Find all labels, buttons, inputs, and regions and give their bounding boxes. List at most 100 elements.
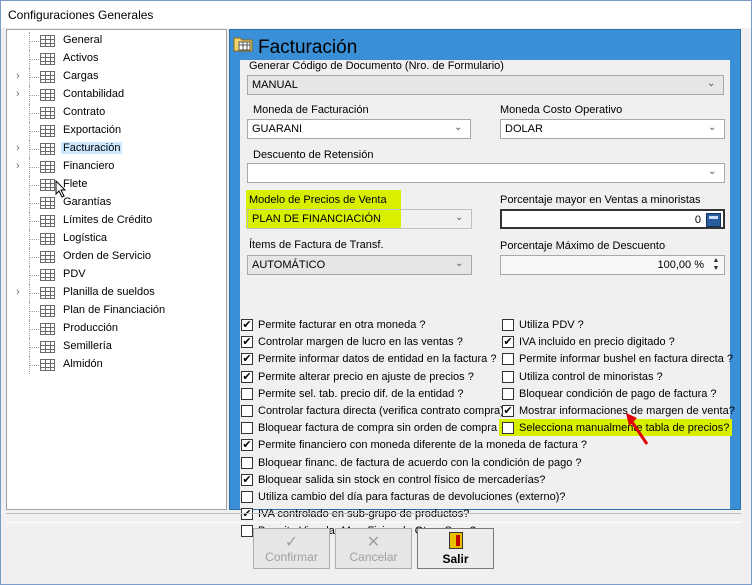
tree-branch <box>29 293 39 294</box>
modelo-precios-select[interactable]: PLAN DE FINANCIACIÓN ⌄ <box>247 209 472 229</box>
items-factura-select[interactable]: AUTOMÁTICO ⌄ <box>247 255 472 275</box>
tree-item[interactable]: Orden de Servicio <box>7 248 227 266</box>
moneda-facturacion-select[interactable]: GUARANI ⌄ <box>247 119 471 139</box>
spinner-icon[interactable]: ▲ ▼ <box>709 257 723 273</box>
settings-window: Configuraciones Generales General Activos… <box>0 0 752 585</box>
checkbox-option[interactable]: Utiliza PDV ? <box>502 318 730 333</box>
tree-item[interactable]: › Facturación <box>7 140 227 158</box>
checkbox-option[interactable]: Bloquear financ. de factura de acuerdo c… <box>241 456 582 471</box>
checkbox-option[interactable]: Utiliza cambio del día para facturas de … <box>241 490 566 505</box>
calculator-icon[interactable] <box>706 213 721 227</box>
checkbox-label: Permite informar bushel en factura direc… <box>519 353 733 366</box>
tree-item[interactable]: General <box>7 32 227 50</box>
chevron-right-icon[interactable]: › <box>16 286 28 300</box>
checkbox-option[interactable]: ✔ Permite informar datos de entidad en la… <box>241 352 496 367</box>
grid-icon <box>40 359 55 371</box>
tree-item-label: Facturación <box>61 142 123 154</box>
checkbox-option[interactable]: Utiliza control de minoristas ? <box>502 370 730 385</box>
tree-item[interactable]: Exportación <box>7 122 227 140</box>
tree-item[interactable]: › Planilla de sueldos <box>7 284 227 302</box>
checkbox-label: Bloquear factura de compra sin orden de … <box>258 422 507 435</box>
checkbox-option[interactable]: Permite sel. tab. precio dif. de la enti… <box>241 387 496 402</box>
checkbox[interactable] <box>502 387 514 400</box>
tree-branch <box>29 95 39 96</box>
tree-item[interactable]: Flete <box>7 176 227 194</box>
tree-branch <box>29 59 39 60</box>
checkbox[interactable] <box>502 370 514 383</box>
codigo-documento-select[interactable]: MANUAL ⌄ <box>247 75 724 95</box>
items-factura-label: Ítems de Factura de Transf. <box>249 239 384 251</box>
moneda-facturacion-label: Moneda de Facturación <box>253 104 369 116</box>
tree-item[interactable]: › Financiero <box>7 158 227 176</box>
checkbox[interactable]: ✔ <box>241 336 253 349</box>
tree-item-label: Activos <box>63 52 99 64</box>
moneda-costo-select[interactable]: DOLAR ⌄ <box>500 119 725 139</box>
tree-item[interactable]: Garantías <box>7 194 227 212</box>
tree-item[interactable]: Logística <box>7 230 227 248</box>
checkbox-label: Bloquear condición de pago de factura ? <box>519 387 717 400</box>
checkbox-option[interactable]: ✔ Mostrar informaciones de margen de vent… <box>502 404 735 419</box>
tree-branch <box>29 203 39 204</box>
tree-item-label: General <box>63 34 103 46</box>
chevron-right-icon[interactable]: › <box>16 142 28 156</box>
checkbox[interactable] <box>502 353 514 366</box>
chevron-down-icon: ⌄ <box>708 122 717 133</box>
chevron-down-icon: ⌄ <box>454 122 463 133</box>
checkbox-option[interactable]: Controlar factura directa (verifica cont… <box>241 404 504 419</box>
checkbox[interactable]: ✔ <box>241 439 253 452</box>
porcentaje-descuento-input[interactable]: 100,00 % ▲ ▼ <box>500 255 725 275</box>
tree-item[interactable]: Límites de Crédito <box>7 212 227 230</box>
grid-icon <box>40 305 55 317</box>
checkbox[interactable] <box>502 319 514 331</box>
checkbox[interactable] <box>241 456 253 469</box>
folder-grid-icon <box>233 37 253 52</box>
descuento-retension-select[interactable]: ⌄ <box>247 163 725 183</box>
cross-icon: ✕ <box>366 534 381 551</box>
checkbox[interactable] <box>241 491 253 503</box>
checkbox-option[interactable]: Bloquear condición de pago de factura ? <box>502 387 730 402</box>
checkbox[interactable]: ✔ <box>241 370 253 383</box>
checkbox[interactable]: ✔ <box>502 405 514 417</box>
checkbox[interactable] <box>502 422 514 435</box>
checkbox-option[interactable]: Bloquear factura de compra sin orden de … <box>241 421 506 436</box>
tree-item[interactable]: PDV <box>7 266 227 284</box>
cancel-button[interactable]: ✕ Cancelar <box>335 528 412 569</box>
checkbox[interactable]: ✔ <box>241 319 253 331</box>
tree-item[interactable]: Plan de Financiación <box>7 302 227 320</box>
porcentaje-descuento-value: 100,00 % <box>657 259 704 271</box>
tree-item[interactable]: › Contabilidad <box>7 86 227 104</box>
checkbox-option[interactable]: ✔ IVA incluido en precio digitado ? <box>502 335 730 350</box>
tree-item[interactable]: Activos <box>7 50 227 68</box>
checkbox[interactable] <box>241 422 253 435</box>
checkbox-option[interactable]: ✔ Controlar margen de lucro en las ventas… <box>241 335 496 350</box>
tree-branch <box>29 167 39 168</box>
exit-button[interactable]: Salir <box>417 528 494 569</box>
porcentaje-mayor-input[interactable]: 0 <box>500 209 725 229</box>
tree-item[interactable]: Almidón <box>7 356 227 374</box>
tree-item[interactable]: Producción <box>7 320 227 338</box>
checkbox-label: Controlar factura directa (verifica cont… <box>258 405 504 417</box>
porcentaje-mayor-value: 0 <box>694 214 701 226</box>
moneda-facturacion-value: GUARANI <box>252 123 303 135</box>
checkbox[interactable] <box>241 525 253 538</box>
checkbox-option[interactable]: Selecciona manualmente tabla de precios? <box>502 421 730 436</box>
checkbox[interactable]: ✔ <box>241 473 253 486</box>
chevron-right-icon[interactable]: › <box>16 88 28 102</box>
checkbox-option[interactable]: ✔ Permite financiero con moneda diferente… <box>241 438 587 453</box>
settings-tree[interactable]: General Activos › Cargas › Contabilidad Contra… <box>6 29 227 510</box>
chevron-right-icon[interactable]: › <box>16 70 28 84</box>
checkbox-option[interactable]: ✔ Permite facturar en otra moneda ? <box>241 318 496 333</box>
checkbox-option[interactable]: ✔ Permite alterar precio en ajuste de pre… <box>241 370 496 385</box>
checkbox-option[interactable]: Permite informar bushel en factura direc… <box>502 352 733 367</box>
tree-item[interactable]: Semillería <box>7 338 227 356</box>
confirm-button[interactable]: ✓ Confirmar <box>253 528 330 569</box>
checkbox-label: Permite financiero con moneda diferente … <box>258 439 587 452</box>
checkbox[interactable] <box>241 405 253 417</box>
checkbox[interactable]: ✔ <box>241 353 253 366</box>
chevron-right-icon[interactable]: › <box>16 160 28 174</box>
checkbox[interactable]: ✔ <box>502 336 514 349</box>
tree-item[interactable]: › Cargas <box>7 68 227 86</box>
tree-item[interactable]: Contrato <box>7 104 227 122</box>
checkbox[interactable] <box>241 387 253 400</box>
checkbox-option[interactable]: ✔ Bloquear salida sin stock en control fí… <box>241 473 545 488</box>
